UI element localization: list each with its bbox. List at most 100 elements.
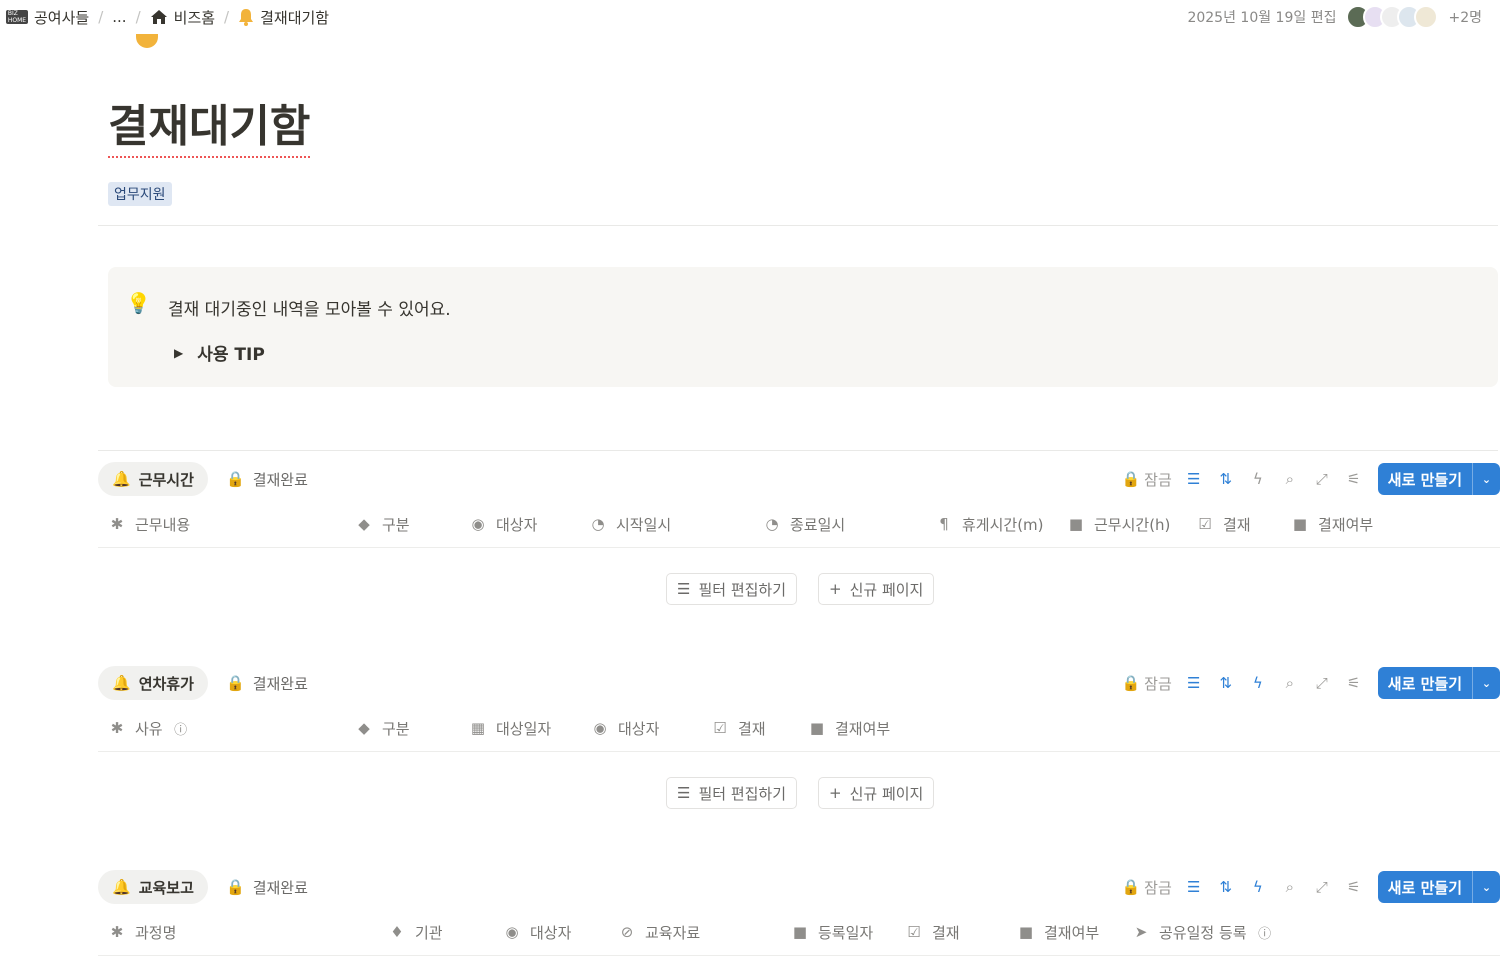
column-header[interactable]: ✱ 과정명 xyxy=(108,918,177,946)
filter-edit-button[interactable]: ☰ 필터 편집하기 xyxy=(666,777,798,809)
lock-icon: ■ xyxy=(1018,923,1034,941)
column-header[interactable]: ◔ 종료일시 xyxy=(763,510,845,538)
plus-icon: + xyxy=(829,580,842,598)
view-tab-primary[interactable]: 🔔 근무시간 xyxy=(98,462,208,496)
settings-icon[interactable]: ⚟ xyxy=(1338,871,1370,903)
settings-icon[interactable]: ⚟ xyxy=(1338,667,1370,699)
column-header[interactable]: ¶ 휴게시간(m) xyxy=(935,510,1044,538)
lock-icon: ■ xyxy=(1068,515,1084,533)
callout-text[interactable]: 결재 대기중인 내역을 모아볼 수 있어요. xyxy=(168,295,451,320)
page-title[interactable]: 결재대기함 xyxy=(108,98,311,158)
search-icon[interactable]: ⌕ xyxy=(1274,463,1306,495)
search-icon[interactable]: ⌕ xyxy=(1274,667,1306,699)
view-tab-secondary[interactable]: 🔒 결재완료 xyxy=(226,462,308,496)
column-header[interactable]: ■ 근무시간(h) xyxy=(1067,510,1171,538)
filter-icon[interactable]: ☰ xyxy=(1178,463,1210,495)
chevron-down-icon[interactable]: ⌄ xyxy=(1472,667,1500,699)
new-page-button[interactable]: + 신규 페이지 xyxy=(818,573,935,605)
automation-icon[interactable]: ϟ xyxy=(1242,463,1274,495)
breadcrumb-home-label: 비즈홈 xyxy=(173,8,216,27)
search-icon[interactable]: ⌕ xyxy=(1274,871,1306,903)
breadcrumb-current-label: 결재대기함 xyxy=(260,8,330,27)
view-tab-primary[interactable]: 🔔 연차휴가 xyxy=(98,666,208,700)
breadcrumb-home[interactable]: 비즈홈 xyxy=(150,7,215,28)
lock-icon: 🔒 xyxy=(1121,674,1141,692)
new-page-button[interactable]: + 신규 페이지 xyxy=(818,777,935,809)
new-button-label[interactable]: 새로 만들기 xyxy=(1378,871,1472,903)
new-button-label[interactable]: 새로 만들기 xyxy=(1378,667,1472,699)
breadcrumb-current[interactable]: 결재대기함 xyxy=(238,7,329,28)
filter-edit-button[interactable]: ☰ 필터 편집하기 xyxy=(666,573,798,605)
breadcrumb-ellipsis[interactable]: ... xyxy=(112,8,126,26)
column-label: 휴게시간(m) xyxy=(962,515,1044,534)
expand-icon[interactable]: ⤢ xyxy=(1306,667,1338,699)
lock-icon: ■ xyxy=(809,719,825,737)
breadcrumb-separator: / xyxy=(135,8,141,26)
breadcrumb-workspace[interactable]: BIZ HOME 공여사들 xyxy=(6,7,89,28)
automation-icon[interactable]: ϟ xyxy=(1242,871,1274,903)
column-header[interactable]: ◉ 대상자 xyxy=(591,714,659,742)
lock-toggle[interactable]: 🔒 잠금 xyxy=(1121,673,1171,694)
person-icon: ◉ xyxy=(471,515,485,533)
automation-icon[interactable]: ϟ xyxy=(1242,667,1274,699)
more-users-count[interactable]: +2명 xyxy=(1448,7,1482,27)
asterisk-icon: ✱ xyxy=(110,923,124,941)
filter-icon[interactable]: ☰ xyxy=(1178,667,1210,699)
page-tag[interactable]: 업무지원 xyxy=(108,182,172,206)
view-tab-secondary[interactable]: 🔒 결재완료 xyxy=(226,666,308,700)
sort-icon[interactable]: ⇅ xyxy=(1210,871,1242,903)
avatar-group[interactable] xyxy=(1346,5,1439,29)
column-header[interactable]: ◉ 대상자 xyxy=(503,918,571,946)
column-label: 구분 xyxy=(382,719,410,738)
new-button-label[interactable]: 새로 만들기 xyxy=(1378,463,1472,495)
settings-icon[interactable]: ⚟ xyxy=(1338,463,1370,495)
column-header[interactable]: ✱ 사유 ⓘ xyxy=(108,714,190,742)
column-header[interactable]: ◔ 시작일시 xyxy=(589,510,671,538)
view-tab-primary[interactable]: 🔔 교육보고 xyxy=(98,870,208,904)
new-button[interactable]: 새로 만들기 ⌄ xyxy=(1377,871,1500,903)
sort-icon[interactable]: ⇅ xyxy=(1210,667,1242,699)
new-page-label: 신규 페이지 xyxy=(849,784,924,803)
filter-icon[interactable]: ☰ xyxy=(1178,871,1210,903)
column-header[interactable]: ◉ 대상자 xyxy=(469,510,537,538)
info-icon: ⓘ xyxy=(174,722,188,738)
lock-toggle[interactable]: 🔒 잠금 xyxy=(1121,877,1171,898)
column-header[interactable]: ✱ 근무내용 xyxy=(108,510,191,538)
database-toolbar: 🔒 잠금 ☰ ⇅ ϟ ⌕ ⤢ ⚟ 새로 만들기 ⌄ xyxy=(1121,666,1500,700)
chevron-down-icon[interactable]: ⌄ xyxy=(1472,463,1500,495)
expand-icon[interactable]: ⤢ xyxy=(1306,463,1338,495)
new-button[interactable]: 새로 만들기 ⌄ xyxy=(1377,667,1500,699)
column-header[interactable]: ☑ 결재 xyxy=(1196,510,1250,538)
lock-label: 잠금 xyxy=(1144,470,1172,489)
new-button[interactable]: 새로 만들기 ⌄ xyxy=(1377,463,1500,495)
column-header[interactable]: ▦ 대상일자 xyxy=(469,714,551,742)
column-header[interactable]: ■ 결재여부 xyxy=(1291,510,1373,538)
sort-icon[interactable]: ⇅ xyxy=(1210,463,1242,495)
lock-toggle[interactable]: 🔒 잠금 xyxy=(1121,469,1171,490)
edited-timestamp: 2025년 10월 19일 편집 xyxy=(1187,10,1337,26)
database-annual-leave: 🔔 연차휴가 🔒 결재완료 🔒 잠금 ☰ ⇅ ϟ ⌕ ⤢ ⚟ 새로 만들기 ⌄ ✱… xyxy=(98,666,1500,834)
column-header[interactable]: ◆ 구분 xyxy=(355,510,409,538)
filter-edit-label: 필터 편집하기 xyxy=(698,580,787,599)
clock-icon: ◔ xyxy=(591,515,605,533)
column-header[interactable]: ♦ 기관 xyxy=(388,918,442,946)
page-icon[interactable] xyxy=(136,34,158,48)
column-header[interactable]: ■ 결재여부 xyxy=(1017,918,1099,946)
triangle-right-icon[interactable]: ▶ xyxy=(174,346,183,360)
expand-icon[interactable]: ⤢ xyxy=(1306,871,1338,903)
column-label: 대상자 xyxy=(496,515,538,534)
toggle-usage-tip[interactable]: ▶ 사용 TIP xyxy=(174,340,265,365)
column-header[interactable]: ➤ 공유일정 등록 ⓘ xyxy=(1132,918,1274,946)
chevron-down-icon[interactable]: ⌄ xyxy=(1472,871,1500,903)
info-icon: ⓘ xyxy=(1258,926,1272,942)
column-header[interactable]: ⊘ 교육자료 xyxy=(618,918,701,946)
lock-icon: 🔒 xyxy=(1121,470,1141,488)
column-header[interactable]: ■ 등록일자 xyxy=(791,918,873,946)
column-header[interactable]: ☑ 결재 xyxy=(905,918,959,946)
column-label: 공유일정 등록 xyxy=(1159,923,1247,942)
column-header[interactable]: ■ 결재여부 xyxy=(808,714,890,742)
column-header[interactable]: ◆ 구분 xyxy=(355,714,410,742)
bell-icon: 🔔 xyxy=(112,878,131,896)
view-tab-secondary[interactable]: 🔒 결재완료 xyxy=(226,870,308,904)
column-header[interactable]: ☑ 결재 xyxy=(711,714,765,742)
